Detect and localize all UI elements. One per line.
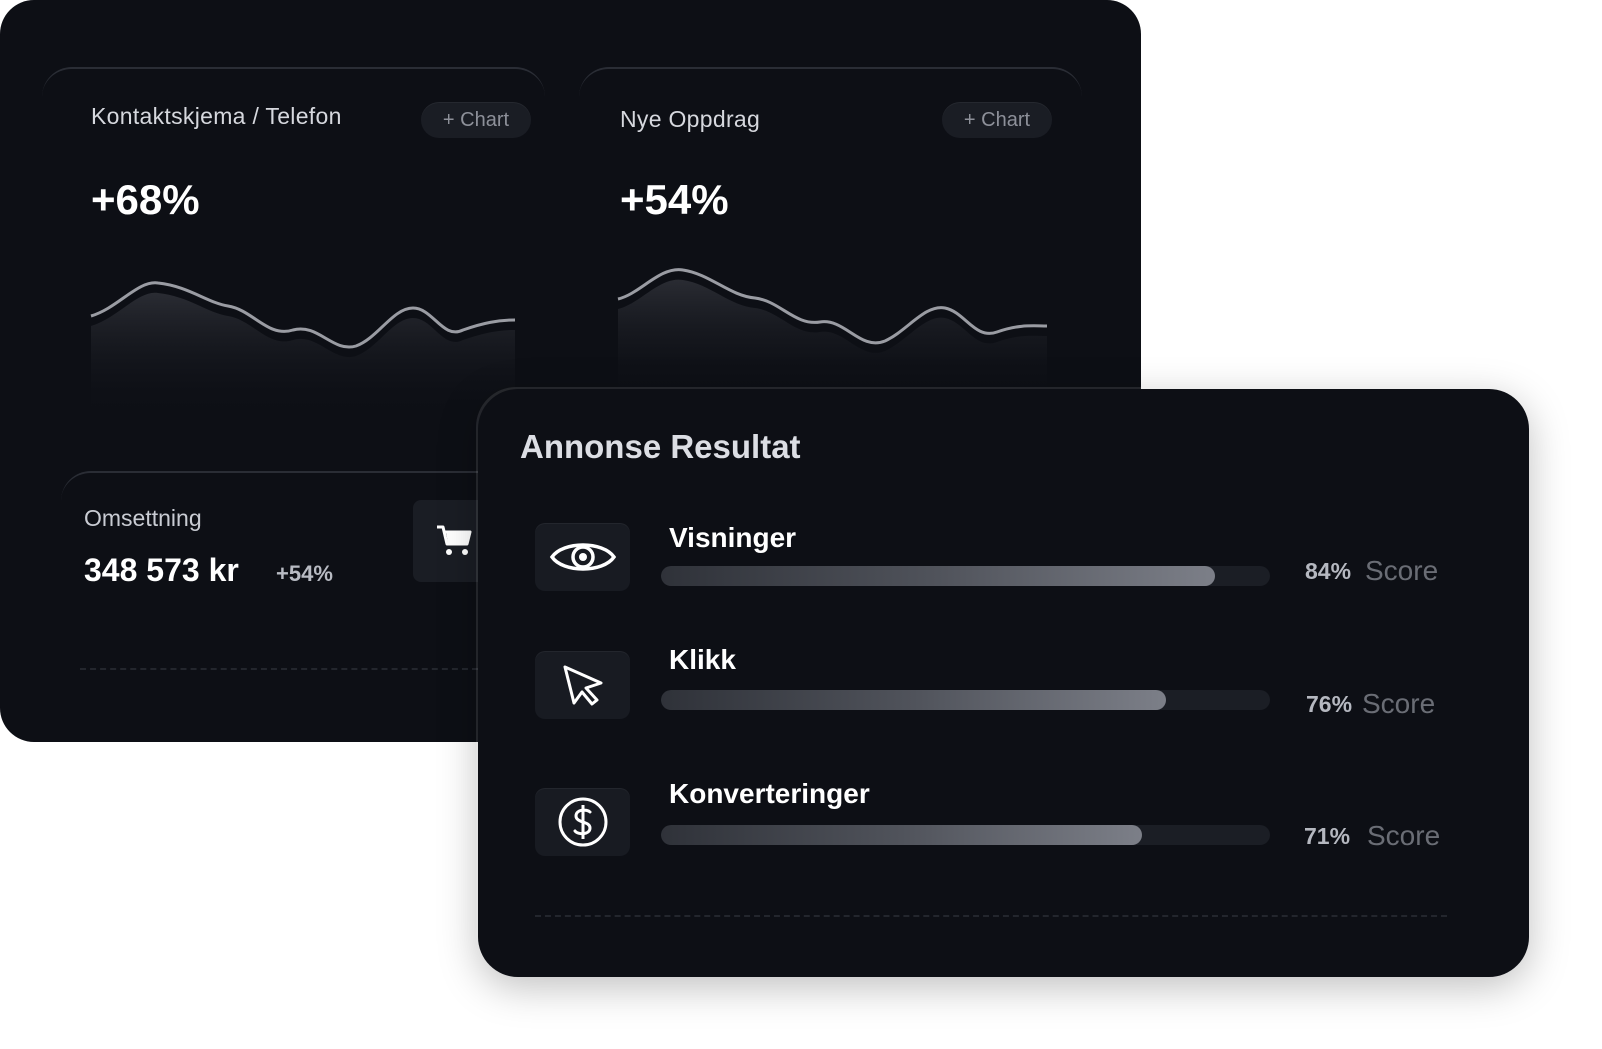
- revenue-label: Omsettning: [84, 505, 202, 531]
- progress-visninger: [661, 566, 1270, 586]
- kontakt-sparkline: [90, 281, 516, 410]
- progress-fill-konverteringer: [661, 825, 1143, 845]
- ad-results-panel: [478, 389, 1529, 977]
- metric-label-klikk: Klikk: [669, 644, 736, 675]
- card-oppdrag-title: Nye Oppdrag: [620, 106, 761, 132]
- metric-label-konverteringer: Konverteringer: [669, 778, 870, 809]
- dollar-icon-box: [535, 788, 630, 856]
- metric-score-visninger: Score: [1365, 555, 1439, 586]
- kontakt-area: [91, 292, 515, 410]
- revenue-delta: +54%: [276, 561, 333, 586]
- progress-klikk: [661, 690, 1270, 710]
- metric-score-klikk: Score: [1362, 688, 1436, 719]
- card-kontakt-title: Kontaktskjema / Telefon: [91, 103, 342, 129]
- divider: [80, 668, 478, 670]
- metric-score-konverteringer: Score: [1367, 820, 1441, 851]
- oppdrag-area: [618, 279, 1047, 393]
- cursor-icon: [563, 665, 602, 706]
- eye-icon-box: [535, 523, 630, 591]
- progress-konverteringer: [661, 825, 1270, 845]
- metric-percent-klikk: 76%: [1306, 691, 1353, 717]
- ad-results-title: Annonse Resultat: [520, 428, 801, 465]
- metric-percent-visninger: 84%: [1305, 558, 1352, 584]
- card-oppdrag-value: +54%: [620, 176, 729, 223]
- progress-fill-klikk: [661, 690, 1167, 710]
- cart-button[interactable]: [413, 500, 479, 582]
- cart-icon: [437, 525, 472, 555]
- dollar-icon: [558, 797, 607, 847]
- card-kontakt-value: +68%: [91, 176, 200, 223]
- metric-label-visninger: Visninger: [669, 522, 797, 553]
- oppdrag-sparkline: [617, 268, 1048, 393]
- add-chart-button[interactable]: + Chart: [942, 102, 1052, 138]
- cursor-icon-box: [535, 651, 630, 719]
- metric-percent-konverteringer: 71%: [1304, 823, 1351, 849]
- eye-icon: [549, 543, 616, 571]
- add-chart-button[interactable]: + Chart: [421, 102, 531, 138]
- progress-fill-visninger: [661, 566, 1216, 586]
- revenue-value: 348 573 kr: [84, 552, 239, 588]
- divider: [535, 915, 1447, 917]
